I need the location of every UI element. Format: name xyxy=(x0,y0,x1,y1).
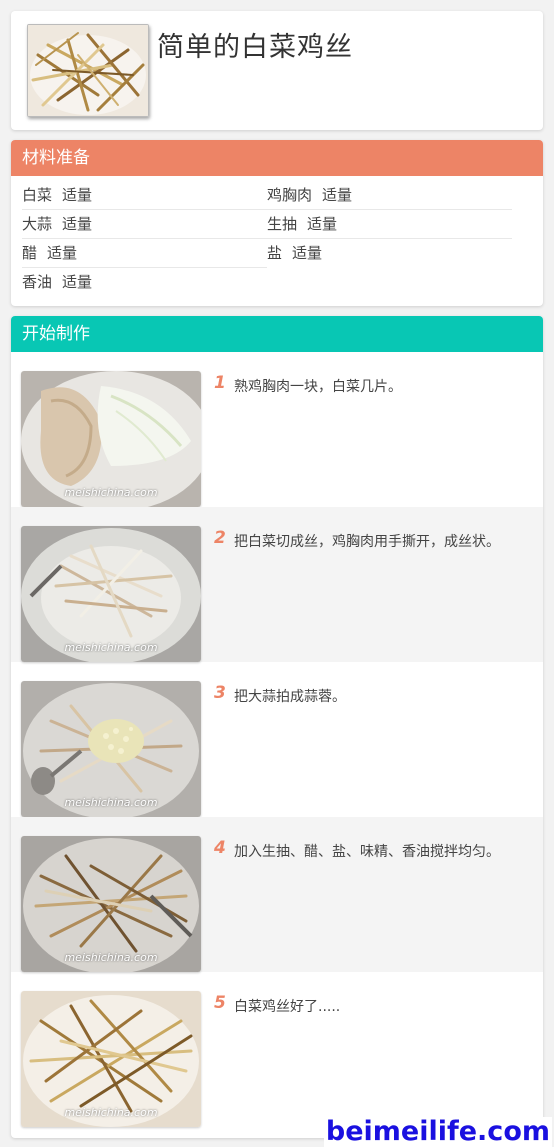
photo-watermark: meishichina.com xyxy=(64,796,158,809)
recipe-title: 简单的白菜鸡丝 xyxy=(157,32,353,63)
photo-watermark: meishichina.com xyxy=(64,1106,158,1119)
ingredient-amount: 适量 xyxy=(322,186,353,204)
step-text: 白菜鸡丝好了..... xyxy=(234,999,341,1015)
recipe-thumbnail[interactable] xyxy=(27,24,149,117)
step-item: meishichina.com 4 加入生抽、醋、盐、味精、香油搅拌均匀。 xyxy=(11,817,543,972)
ingredient-item: 白菜 适量 xyxy=(22,181,267,210)
step-number: 3 xyxy=(214,683,226,703)
step-photo[interactable]: meishichina.com xyxy=(21,526,201,662)
ingredient-name: 鸡胸肉 xyxy=(267,186,313,204)
ingredient-name: 白菜 xyxy=(22,186,53,204)
photo-watermark: meishichina.com xyxy=(64,486,158,499)
recipe-header-card: 简单的白菜鸡丝 xyxy=(11,11,543,130)
step-number: 5 xyxy=(214,993,226,1013)
ingredient-amount: 适量 xyxy=(292,244,323,262)
step-item: meishichina.com 5 白菜鸡丝好了..... xyxy=(11,972,543,1127)
ingredient-item: 醋适量 xyxy=(22,239,267,268)
step-text: 熟鸡胸肉一块，白菜几片。 xyxy=(234,379,402,395)
ingredient-amount: 适量 xyxy=(62,186,93,204)
ingredient-name: 生抽 xyxy=(267,215,298,233)
recipe-page: 简单的白菜鸡丝 材料准备 白菜 适量 鸡胸肉 适量 大蒜 适量 生抽 适量 醋适量 盐适… xyxy=(0,0,554,1147)
step-text: 把白菜切成丝，鸡胸肉用手撕开，成丝状。 xyxy=(234,534,500,550)
ingredient-item: 香油 适量 xyxy=(22,268,267,296)
ingredient-name: 大蒜 xyxy=(22,215,53,233)
ingredient-amount: 适量 xyxy=(62,215,93,233)
ingredients-section-title: 材料准备 xyxy=(11,140,543,176)
photo-watermark: meishichina.com xyxy=(64,641,158,654)
photo-watermark: meishichina.com xyxy=(64,951,158,964)
ingredient-amount: 适量 xyxy=(47,244,78,262)
step-photo[interactable]: meishichina.com xyxy=(21,836,201,972)
ingredient-item: 生抽 适量 xyxy=(267,210,512,239)
ingredients-list: 白菜 适量 鸡胸肉 适量 大蒜 适量 生抽 适量 醋适量 盐适量 香油 适量 xyxy=(22,181,512,296)
step-number: 2 xyxy=(214,528,226,548)
ingredient-item: 大蒜 适量 xyxy=(22,210,267,239)
ingredients-card: 材料准备 白菜 适量 鸡胸肉 适量 大蒜 适量 生抽 适量 醋适量 盐适量 香油 适量 xyxy=(11,140,543,306)
ingredient-item: 盐适量 xyxy=(267,239,512,267)
ingredient-amount: 适量 xyxy=(62,273,93,291)
ingredient-name: 盐 xyxy=(267,244,283,262)
step-item: meishichina.com 3 把大蒜拍成蒜蓉。 xyxy=(11,662,543,817)
step-photo[interactable]: meishichina.com xyxy=(21,991,201,1127)
step-photo[interactable]: meishichina.com xyxy=(21,681,201,817)
step-text: 加入生抽、醋、盐、味精、香油搅拌均匀。 xyxy=(234,844,500,860)
ingredient-item: 鸡胸肉 适量 xyxy=(267,181,512,210)
step-photo[interactable]: meishichina.com xyxy=(21,371,201,507)
step-number: 1 xyxy=(214,373,226,393)
step-item: meishichina.com 2 把白菜切成丝，鸡胸肉用手撕开，成丝状。 xyxy=(11,507,543,662)
ingredient-name: 醋 xyxy=(22,244,38,262)
step-item: meishichina.com 1 熟鸡胸肉一块，白菜几片。 xyxy=(11,352,543,507)
steps-card: 开始制作 meishichina.com 1 熟鸡胸肉一块，白菜几片。 meis… xyxy=(11,316,543,1138)
steps-section-title: 开始制作 xyxy=(11,316,543,352)
ingredient-amount: 适量 xyxy=(307,215,338,233)
ingredient-name: 香油 xyxy=(22,273,53,291)
step-text: 把大蒜拍成蒜蓉。 xyxy=(234,689,346,705)
site-watermark: beimeilife.com xyxy=(323,1116,552,1147)
step-number: 4 xyxy=(214,838,226,858)
